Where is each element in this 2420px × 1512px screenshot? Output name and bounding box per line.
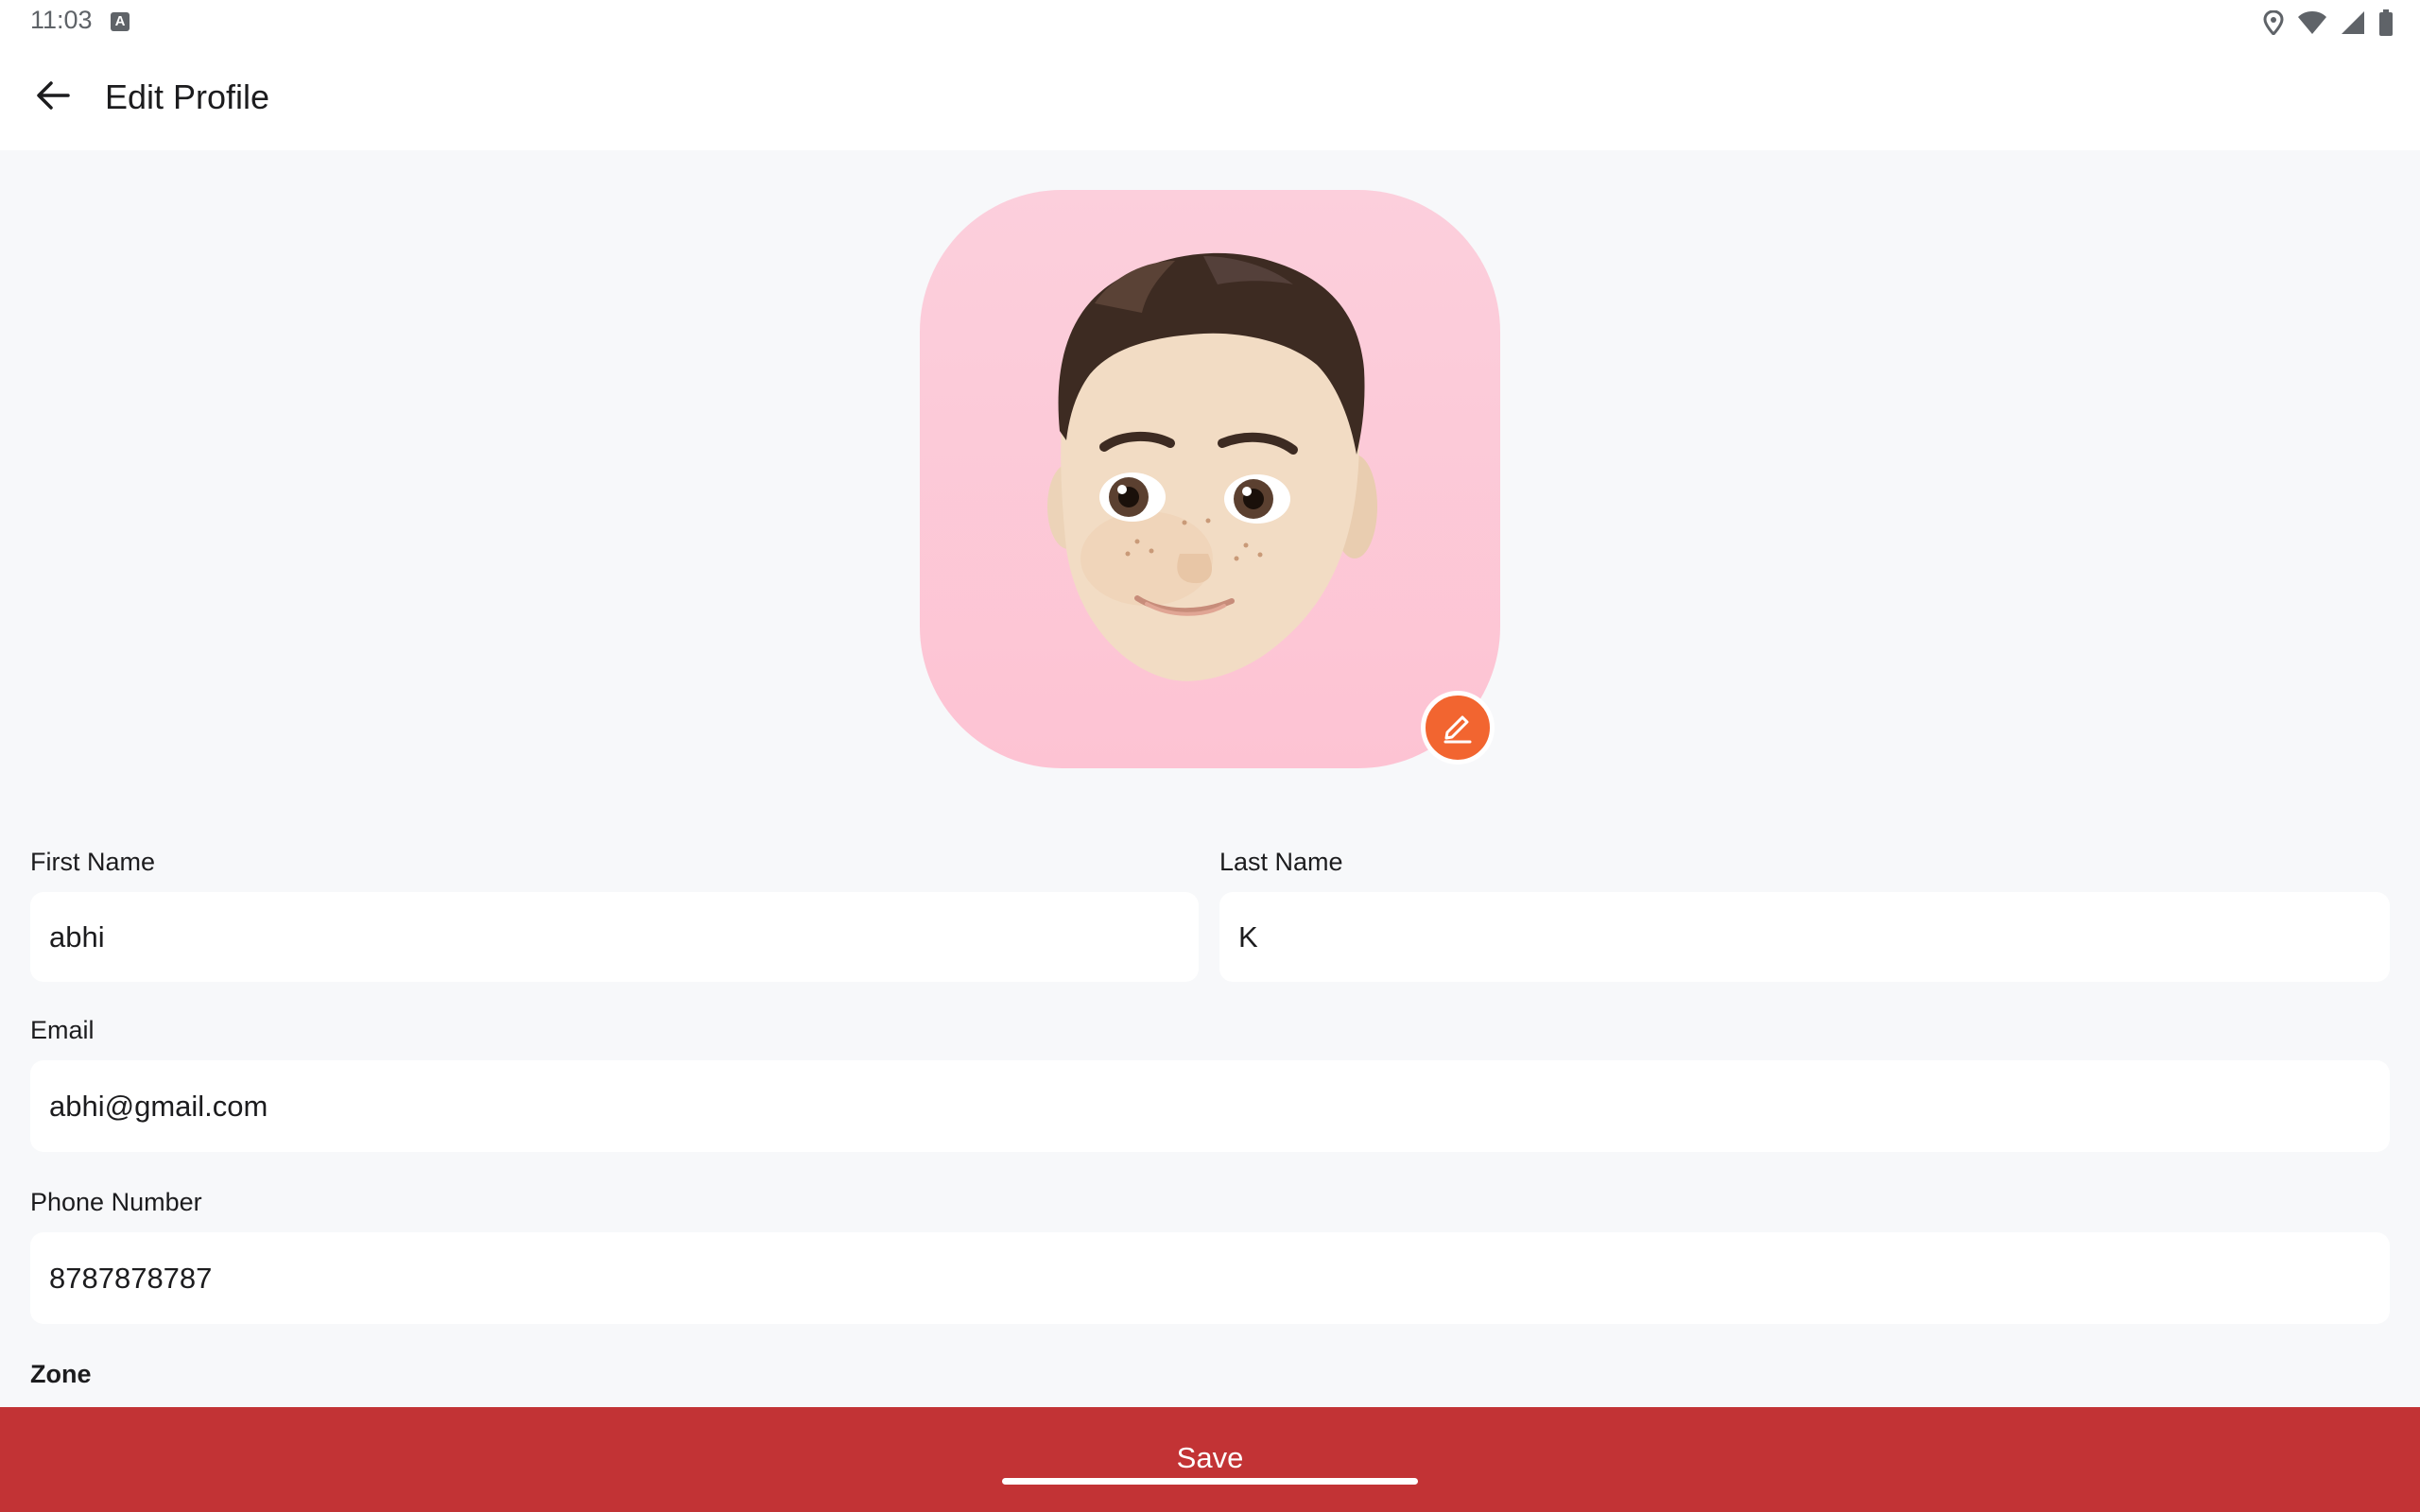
location-icon (2263, 10, 2284, 35)
phone-label: Phone Number (30, 1188, 202, 1216)
home-indicator (1002, 1478, 1418, 1485)
page-title: Edit Profile (105, 77, 270, 116)
zone-label: Zone (30, 1360, 92, 1388)
arrow-back-icon (36, 80, 70, 115)
save-button[interactable]: Save (0, 1407, 2420, 1512)
back-button[interactable] (23, 74, 83, 121)
app-bar: Edit Profile (0, 45, 2420, 150)
status-time: 11:03 (30, 6, 93, 34)
first-name-input[interactable] (30, 892, 1199, 982)
edit-avatar-button[interactable] (1421, 691, 1495, 765)
wifi-icon (2297, 10, 2327, 35)
status-icons (2263, 9, 2394, 37)
save-label: Save (1176, 1441, 1244, 1474)
signal-icon (2341, 10, 2365, 35)
status-bar: 11:03 A (0, 0, 2420, 45)
phone-input[interactable] (30, 1232, 2390, 1324)
pencil-icon (1440, 708, 1476, 748)
first-name-label: First Name (30, 848, 156, 876)
email-label: Email (30, 1016, 95, 1044)
profile-avatar (920, 190, 1500, 768)
memoji-face-image (1047, 252, 1377, 681)
a-letter-icon: A (111, 12, 130, 31)
email-input[interactable] (30, 1060, 2390, 1152)
battery-icon (2378, 9, 2394, 36)
last-name-input[interactable] (1219, 892, 2390, 982)
last-name-label: Last Name (1219, 848, 1343, 876)
